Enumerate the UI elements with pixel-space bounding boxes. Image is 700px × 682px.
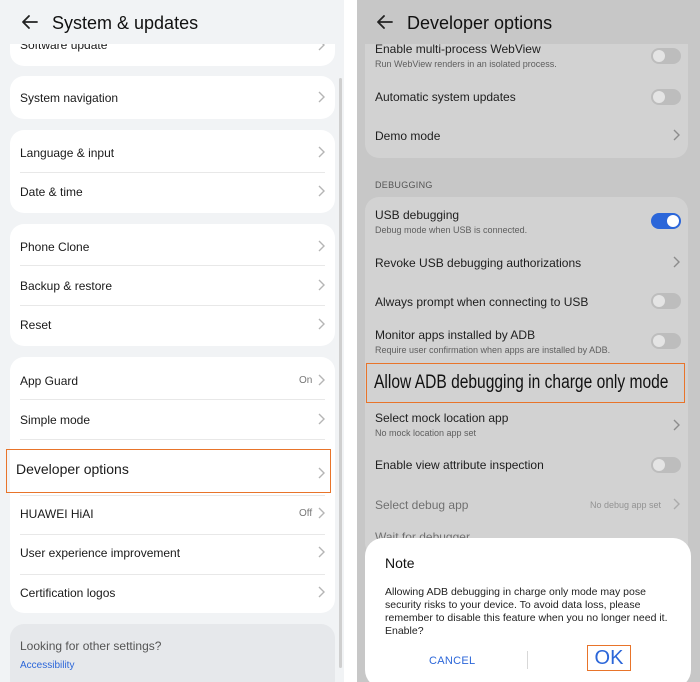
language-date-card: Language & input Date & time bbox=[10, 130, 335, 213]
settings-row-reset[interactable]: Reset bbox=[10, 305, 335, 346]
settings-row-language-input[interactable]: Language & input bbox=[10, 130, 335, 172]
certification-logos-label: Certification logos bbox=[20, 586, 116, 600]
chevron-right-icon bbox=[316, 374, 326, 386]
reset-label: Reset bbox=[20, 318, 52, 332]
right-app-bar: Developer options bbox=[357, 0, 700, 44]
settings-row-date-time[interactable]: Date & time bbox=[10, 172, 335, 213]
demo-mode-label: Demo mode bbox=[375, 129, 441, 143]
app-guard-status: On bbox=[299, 375, 313, 386]
huawei-hiai-status: Off bbox=[299, 508, 313, 519]
huawei-hiai-label: HUAWEI HiAI bbox=[20, 507, 94, 521]
always-prompt-toggle[interactable] bbox=[651, 293, 681, 309]
settings-row-system-navigation[interactable]: System navigation bbox=[10, 76, 335, 119]
chevron-right-icon bbox=[316, 507, 326, 519]
chevron-right-icon bbox=[671, 129, 681, 141]
arrow-left-icon[interactable] bbox=[20, 12, 40, 32]
settings-row-view-attribute[interactable]: Enable view attribute inspection bbox=[365, 449, 688, 487]
accessibility-link[interactable]: Accessibility bbox=[20, 660, 74, 671]
settings-row-mock-location[interactable]: Select mock location app No mock locatio… bbox=[365, 405, 688, 447]
multiprocess-webview-toggle[interactable] bbox=[651, 48, 681, 64]
page-title: System & updates bbox=[52, 13, 199, 33]
developer-top-card: Enable multi-process WebView Run WebView… bbox=[365, 30, 688, 158]
usb-debugging-description: Debug mode when USB is connected. bbox=[375, 225, 528, 235]
chevron-right-icon bbox=[316, 91, 326, 103]
settings-row-certification-logos[interactable]: Certification logos bbox=[10, 574, 335, 613]
view-attribute-toggle[interactable] bbox=[651, 457, 681, 473]
settings-row-auto-updates[interactable]: Automatic system updates bbox=[365, 78, 688, 116]
settings-row-revoke-usb[interactable]: Revoke USB debugging authorizations bbox=[365, 243, 688, 281]
multiprocess-webview-description: Run WebView renders in an isolated proce… bbox=[375, 59, 557, 69]
settings-row-huawei-hiai[interactable]: HUAWEI HiAI Off bbox=[10, 495, 335, 534]
app-guard-label: App Guard bbox=[20, 374, 79, 388]
chevron-right-icon bbox=[316, 318, 326, 330]
settings-row-debug-app[interactable]: Select debug app No debug app set bbox=[365, 489, 688, 527]
chevron-right-icon bbox=[316, 185, 326, 197]
chevron-right-icon bbox=[671, 419, 681, 431]
usb-debugging-toggle[interactable] bbox=[651, 213, 681, 229]
debug-app-label: Select debug app bbox=[375, 498, 469, 512]
revoke-usb-label: Revoke USB debugging authorizations bbox=[375, 256, 582, 270]
settings-row-phone-clone[interactable]: Phone Clone bbox=[10, 224, 335, 265]
settings-row-demo-mode[interactable]: Demo mode bbox=[365, 118, 688, 156]
system-navigation-label: System navigation bbox=[20, 91, 119, 105]
cancel-button[interactable]: CANCEL bbox=[429, 655, 475, 667]
mock-location-description: No mock location app set bbox=[375, 428, 477, 438]
mock-location-label: Select mock location app bbox=[375, 411, 509, 425]
allow-adb-charge-only-label: Allow ADB debugging in charge only mode bbox=[374, 372, 669, 393]
backup-restore-label: Backup & restore bbox=[20, 279, 113, 293]
monitor-apps-label: Monitor apps installed by ADB bbox=[375, 328, 536, 342]
chevron-right-icon bbox=[316, 279, 326, 291]
settings-row-backup-restore[interactable]: Backup & restore bbox=[10, 265, 335, 305]
developer-options-highlight bbox=[6, 449, 331, 493]
chevron-right-icon bbox=[671, 256, 681, 268]
system-navigation-card: System navigation bbox=[10, 76, 335, 119]
dialog-title: Note bbox=[385, 555, 415, 571]
debug-app-value: No debug app set bbox=[590, 500, 662, 510]
scrollbar[interactable] bbox=[339, 78, 342, 668]
user-experience-label: User experience improvement bbox=[20, 546, 181, 560]
chevron-right-icon bbox=[671, 498, 681, 510]
settings-row-usb-debugging[interactable]: USB debugging Debug mode when USB is con… bbox=[365, 197, 688, 239]
ok-button[interactable]: OK bbox=[587, 645, 631, 671]
chevron-right-icon bbox=[316, 586, 326, 598]
auto-updates-label: Automatic system updates bbox=[375, 90, 516, 104]
other-settings-card: Looking for other settings? Accessibilit… bbox=[10, 624, 335, 682]
chevron-right-icon bbox=[316, 240, 326, 252]
phone-clone-label: Phone Clone bbox=[20, 240, 90, 254]
simple-mode-label: Simple mode bbox=[20, 413, 91, 427]
dialog-message: Allowing ADB debugging in charge only mo… bbox=[385, 586, 668, 637]
view-attribute-label: Enable view attribute inspection bbox=[375, 458, 544, 472]
usb-debugging-label: USB debugging bbox=[375, 208, 460, 222]
ok-button-label: OK bbox=[594, 646, 624, 669]
monitor-apps-description: Require user confirmation when apps are … bbox=[375, 345, 611, 355]
dialog-button-divider bbox=[527, 651, 528, 669]
settings-row-user-experience[interactable]: User experience improvement bbox=[10, 534, 335, 574]
other-settings-question: Looking for other settings? bbox=[20, 639, 162, 653]
left-app-bar: System & updates bbox=[0, 0, 344, 44]
settings-row-always-prompt[interactable]: Always prompt when connecting to USB bbox=[365, 283, 688, 321]
page-title: Developer options bbox=[407, 13, 553, 33]
arrow-left-icon[interactable] bbox=[375, 12, 395, 32]
note-dialog: Note Allowing ADB debugging in charge on… bbox=[365, 538, 691, 682]
monitor-apps-toggle[interactable] bbox=[651, 333, 681, 349]
row-divider bbox=[20, 439, 325, 440]
system-updates-screen: Software update System & updates System … bbox=[0, 0, 344, 682]
always-prompt-label: Always prompt when connecting to USB bbox=[375, 295, 589, 309]
settings-row-simple-mode[interactable]: Simple mode bbox=[10, 399, 335, 439]
chevron-right-icon bbox=[316, 413, 326, 425]
date-time-label: Date & time bbox=[20, 185, 83, 199]
section-title-debugging: DEBUGGING bbox=[375, 180, 433, 190]
language-input-label: Language & input bbox=[20, 146, 115, 160]
chevron-right-icon bbox=[316, 546, 326, 558]
settings-row-monitor-apps[interactable]: Monitor apps installed by ADB Require us… bbox=[365, 323, 688, 363]
multiprocess-webview-label: Enable multi-process WebView bbox=[375, 42, 541, 56]
auto-updates-toggle[interactable] bbox=[651, 89, 681, 105]
clone-backup-reset-card: Phone Clone Backup & restore Reset bbox=[10, 224, 335, 346]
allow-adb-charge-only-row[interactable]: Allow ADB debugging in charge only mode bbox=[366, 363, 685, 403]
settings-row-app-guard[interactable]: App Guard On bbox=[10, 357, 335, 399]
chevron-right-icon bbox=[316, 146, 326, 158]
